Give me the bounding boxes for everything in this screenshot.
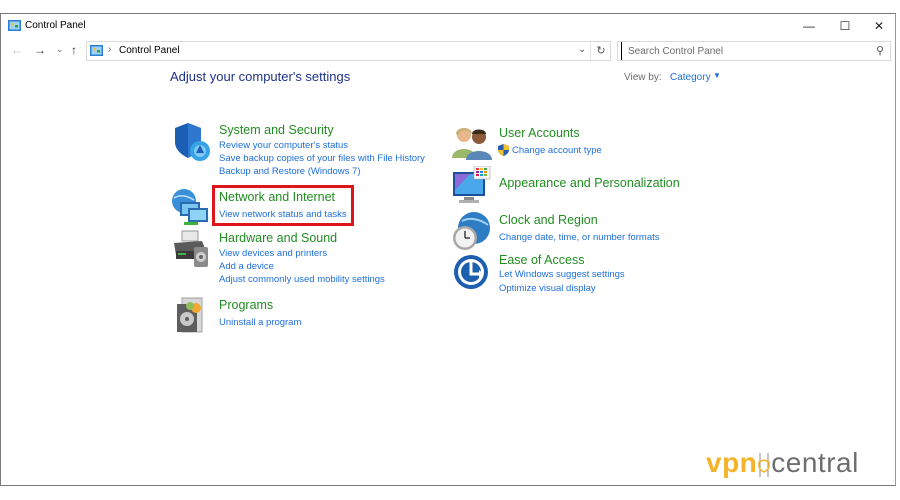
highlight-box bbox=[212, 185, 354, 226]
category-link[interactable]: Change date, time, or number formats bbox=[499, 232, 660, 243]
category-link[interactable]: Add a device bbox=[219, 261, 274, 272]
breadcrumb-control-panel[interactable]: Control Panel bbox=[119, 45, 180, 56]
refresh-button[interactable]: ↻ bbox=[590, 42, 611, 60]
close-button[interactable]: ✕ bbox=[861, 14, 897, 38]
recent-locations-button[interactable]: ⌄ bbox=[56, 44, 64, 55]
search-box[interactable]: ⚲ bbox=[617, 41, 891, 61]
category-link[interactable]: Adjust commonly used mobility settings bbox=[219, 274, 385, 285]
watermark-central-text: central bbox=[771, 447, 859, 478]
chevron-down-icon[interactable]: ▼ bbox=[713, 71, 721, 80]
network-icon bbox=[172, 189, 208, 225]
programs-icon bbox=[177, 297, 203, 333]
category-title[interactable]: User Accounts bbox=[499, 126, 580, 140]
category-title[interactable]: Clock and Region bbox=[499, 213, 598, 227]
address-dropdown-icon[interactable]: ⌄ bbox=[578, 44, 586, 55]
view-by-label: View by: bbox=[624, 72, 662, 83]
users-icon bbox=[452, 128, 492, 160]
category-link[interactable]: Uninstall a program bbox=[219, 317, 301, 328]
title-bar: Control Panel — ☐ ✕ bbox=[1, 14, 895, 38]
address-bar[interactable]: › Control Panel ⌄ ↻ bbox=[86, 41, 611, 61]
watermark-vpn-text: vpn bbox=[706, 447, 758, 478]
view-by-dropdown[interactable]: Category bbox=[670, 72, 711, 83]
category-title[interactable]: Programs bbox=[219, 298, 273, 312]
window-title: Control Panel bbox=[25, 20, 86, 31]
minimize-icon: — bbox=[803, 19, 815, 33]
category-link[interactable]: Change account type bbox=[512, 145, 602, 156]
control-panel-icon bbox=[8, 20, 21, 31]
monitor-icon bbox=[453, 166, 491, 203]
close-icon: ✕ bbox=[873, 19, 885, 33]
maximize-button[interactable]: ☐ bbox=[827, 14, 863, 38]
breadcrumb-separator-icon: › bbox=[108, 44, 112, 55]
watermark-shield-icon bbox=[758, 452, 771, 477]
navigation-bar: ← → ⌄ ↑ › Control Panel ⌄ ↻ ⚲ bbox=[1, 40, 895, 62]
shield-icon bbox=[175, 123, 210, 161]
category-title[interactable]: System and Security bbox=[219, 123, 334, 137]
category-link[interactable]: View devices and printers bbox=[219, 248, 327, 259]
control-panel-icon bbox=[90, 45, 103, 56]
maximize-icon: ☐ bbox=[839, 19, 851, 33]
minimize-button[interactable]: — bbox=[791, 14, 827, 38]
up-button[interactable]: ↑ bbox=[71, 43, 77, 57]
category-link[interactable]: Let Windows suggest settings bbox=[499, 269, 625, 280]
search-icon[interactable]: ⚲ bbox=[876, 44, 884, 57]
category-title[interactable]: Hardware and Sound bbox=[219, 231, 337, 245]
category-link[interactable]: Backup and Restore (Windows 7) bbox=[219, 166, 361, 177]
category-link[interactable]: Review your computer's status bbox=[219, 140, 348, 151]
category-title[interactable]: Appearance and Personalization bbox=[499, 176, 680, 190]
forward-button[interactable]: → bbox=[34, 43, 46, 57]
ease-of-access-icon bbox=[454, 255, 488, 289]
category-link[interactable]: Save backup copies of your files with Fi… bbox=[219, 153, 425, 164]
category-title[interactable]: Ease of Access bbox=[499, 253, 584, 267]
uac-shield-icon bbox=[498, 144, 509, 156]
control-panel-window: Control Panel — ☐ ✕ ← → ⌄ ↑ › Control Pa… bbox=[0, 13, 896, 486]
category-link[interactable]: Optimize visual display bbox=[499, 283, 596, 294]
clock-icon bbox=[453, 212, 490, 250]
search-input[interactable] bbox=[621, 42, 868, 60]
back-button[interactable]: ← bbox=[11, 43, 23, 57]
printer-icon bbox=[174, 230, 208, 267]
page-heading: Adjust your computer's settings bbox=[170, 69, 351, 84]
vpncentral-watermark: vpn central bbox=[706, 447, 859, 479]
